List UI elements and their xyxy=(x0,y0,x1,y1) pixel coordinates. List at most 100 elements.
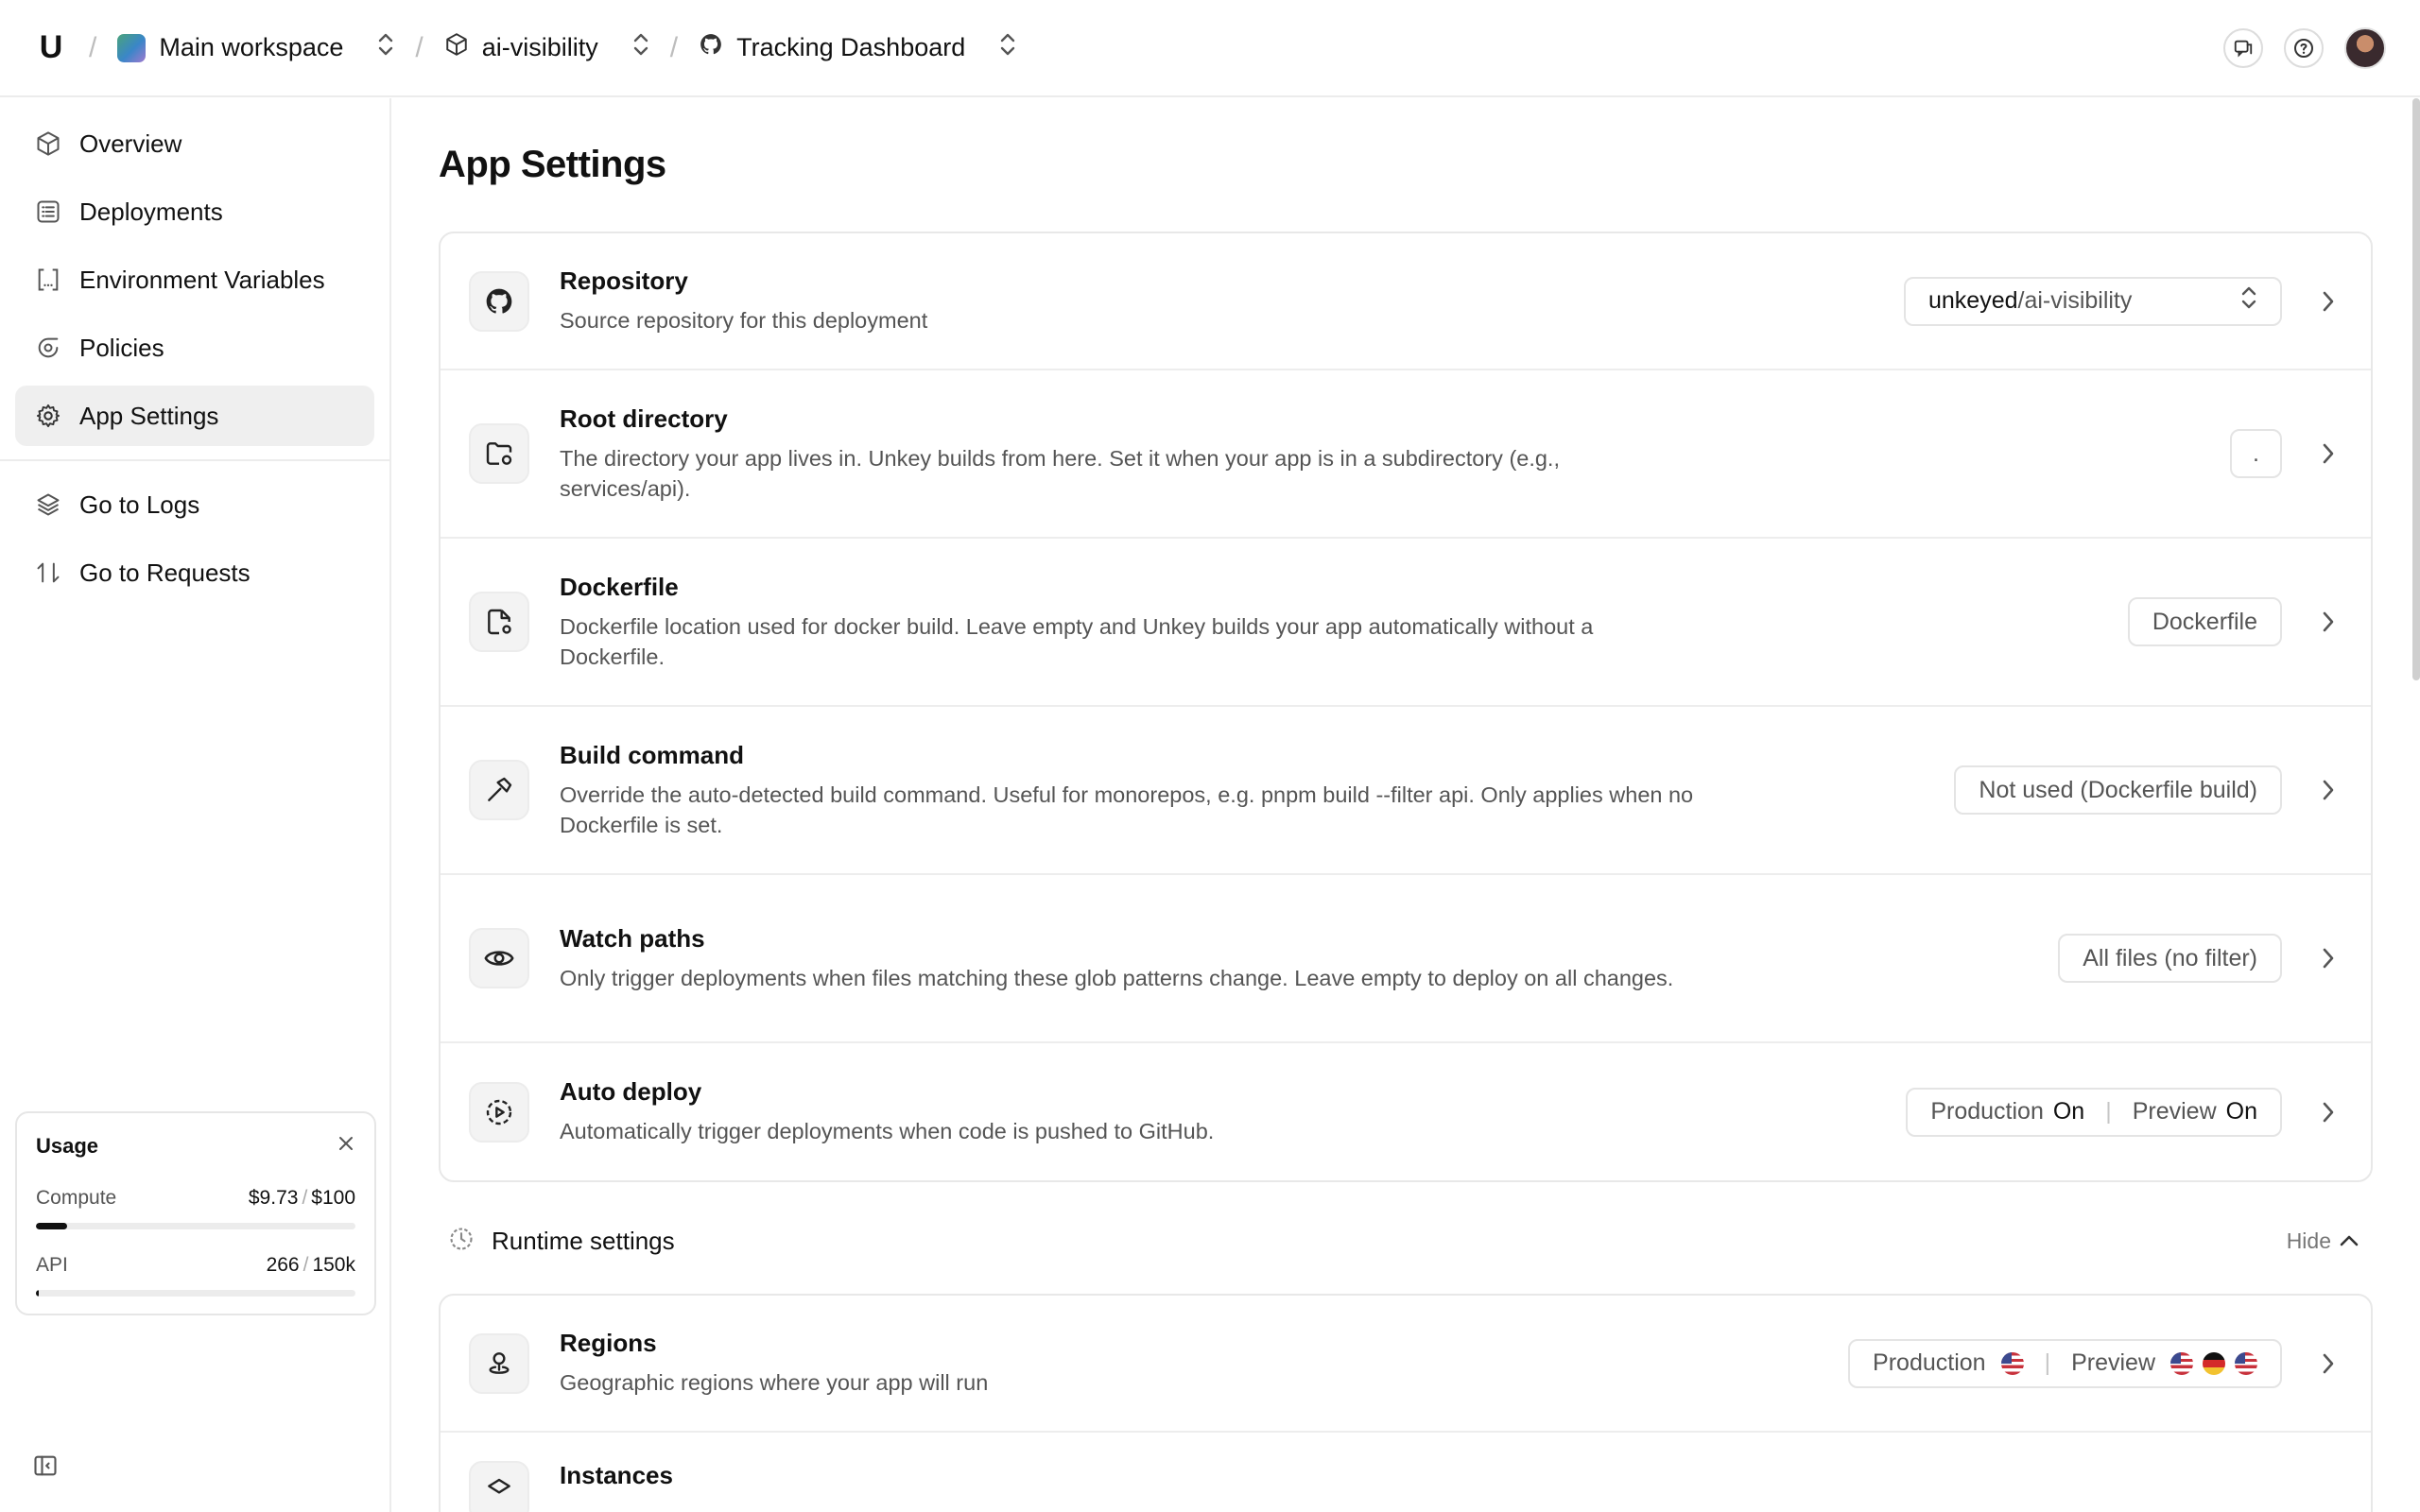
project-switcher[interactable]: ai-visibility xyxy=(444,32,649,63)
sidebar-item-environment-variables[interactable]: Environment Variables xyxy=(15,249,374,310)
chevron-right-icon[interactable] xyxy=(2314,610,2342,634)
chevron-right-icon[interactable] xyxy=(2314,1351,2342,1376)
brackets-icon xyxy=(34,266,62,294)
breadcrumb-separator: / xyxy=(669,31,679,63)
setting-title: Dockerfile xyxy=(560,572,679,601)
setting-description: Source repository for this deployment xyxy=(560,308,928,333)
workspace-switcher[interactable]: Main workspace xyxy=(117,32,394,63)
collapse-sidebar-icon[interactable] xyxy=(32,1452,59,1479)
api-progress-fill xyxy=(36,1290,40,1297)
runtime-settings-title: Runtime settings xyxy=(492,1226,675,1255)
sidebar-item-deployments[interactable]: Deployments xyxy=(15,181,374,242)
chevron-right-icon[interactable] xyxy=(2314,778,2342,802)
chevron-up-down-icon xyxy=(999,32,1016,63)
project-name: ai-visibility xyxy=(481,33,598,61)
setting-title: Root directory xyxy=(560,404,728,433)
divider: | xyxy=(2105,1098,2112,1125)
sidebar-item-label: Policies xyxy=(79,333,164,362)
setting-description: Automatically trigger deployments when c… xyxy=(560,1119,1215,1143)
help-icon[interactable] xyxy=(2284,27,2324,68)
sidebar-nav: Overview Deployments Environment Variabl… xyxy=(0,98,389,446)
repository-select[interactable]: unkeyed/ai-visibility xyxy=(1904,276,2282,326)
setting-title: Auto deploy xyxy=(560,1077,702,1106)
setting-row-repository[interactable]: Repository Source repository for this de… xyxy=(441,233,2371,370)
api-limit: 150k xyxy=(312,1254,355,1276)
settings-card: Repository Source repository for this de… xyxy=(439,232,2373,1182)
workspace-name: Main workspace xyxy=(159,33,344,61)
sidebar-item-app-settings[interactable]: App Settings xyxy=(15,386,374,446)
auto-deploy-status[interactable]: Production On | Preview On xyxy=(1906,1087,2282,1137)
repo-owner: unkeyed xyxy=(1928,287,2018,314)
compute-limit: $100 xyxy=(311,1187,355,1209)
setting-title: Regions xyxy=(560,1329,657,1357)
chevron-right-icon[interactable] xyxy=(2314,441,2342,466)
setting-title: Instances xyxy=(560,1461,673,1489)
compute-used: $9.73 xyxy=(248,1187,299,1209)
setting-title: Repository xyxy=(560,266,688,295)
production-label: Production xyxy=(1930,1098,2044,1125)
setting-row-instances[interactable]: Instances xyxy=(441,1433,2371,1512)
unkey-logo[interactable]: U xyxy=(34,29,68,66)
sidebar-item-policies[interactable]: Policies xyxy=(15,318,374,378)
sidebar-item-go-to-logs[interactable]: Go to Logs xyxy=(15,474,374,535)
api-label: API xyxy=(36,1254,68,1276)
close-icon[interactable] xyxy=(337,1134,355,1159)
list-icon xyxy=(34,198,62,226)
app-switcher[interactable]: Tracking Dashboard xyxy=(699,32,1016,63)
root-directory-value[interactable]: . xyxy=(2230,429,2282,478)
eye-icon xyxy=(469,928,529,988)
scrollbar[interactable] xyxy=(2412,98,2420,680)
repo-name: /ai-visibility xyxy=(2017,287,2133,314)
setting-description: Override the auto-detected build command… xyxy=(560,782,1694,837)
github-icon xyxy=(469,270,529,332)
runtime-settings-card: Regions Geographic regions where your ap… xyxy=(439,1294,2373,1512)
build-command-value[interactable]: Not used (Dockerfile build) xyxy=(1954,765,2282,815)
setting-row-auto-deploy[interactable]: Auto deploy Automatically trigger deploy… xyxy=(441,1043,2371,1180)
hide-label: Hide xyxy=(2286,1228,2331,1253)
watch-paths-value[interactable]: All files (no filter) xyxy=(2058,934,2282,983)
de-flag-icon xyxy=(2203,1351,2225,1375)
sidebar-item-go-to-requests[interactable]: Go to Requests xyxy=(15,542,374,603)
sidebar-item-label: Go to Logs xyxy=(79,490,200,519)
sidebar-item-overview[interactable]: Overview xyxy=(15,113,374,174)
preview-label: Preview xyxy=(2132,1098,2217,1125)
map-pin-icon xyxy=(469,1332,529,1394)
setting-row-watch-paths[interactable]: Watch paths Only trigger deployments whe… xyxy=(441,875,2371,1043)
usage-card: Usage Compute $9.73/$100 API 266/150k xyxy=(15,1111,376,1315)
workspace-avatar xyxy=(117,33,147,62)
setting-row-dockerfile[interactable]: Dockerfile Dockerfile location used for … xyxy=(441,539,2371,707)
feedback-icon[interactable] xyxy=(2223,27,2263,68)
shield-icon xyxy=(34,334,62,362)
main-content: App Settings Repository Source repositor… xyxy=(393,98,2407,1512)
chevron-right-icon[interactable] xyxy=(2314,289,2342,314)
dockerfile-value[interactable]: Dockerfile xyxy=(2127,597,2282,646)
setting-row-build-command[interactable]: Build command Override the auto-detected… xyxy=(441,707,2371,875)
setting-description: Geographic regions where your app will r… xyxy=(560,1370,989,1395)
sidebar-secondary-nav: Go to Logs Go to Requests xyxy=(0,474,389,603)
us-flag-icon xyxy=(2170,1351,2193,1375)
runtime-settings-header: Runtime settings Hide xyxy=(439,1214,2373,1267)
chevron-right-icon[interactable] xyxy=(2314,1100,2342,1125)
top-bar: U / Main workspace / ai-visibility / Tra… xyxy=(0,0,2420,97)
chevron-right-icon[interactable] xyxy=(2314,946,2342,971)
setting-row-root-directory[interactable]: Root directory The directory your app li… xyxy=(441,370,2371,539)
page-title: App Settings xyxy=(439,144,666,185)
setting-description: The directory your app lives in. Unkey b… xyxy=(560,445,1560,501)
cube-icon xyxy=(34,129,62,158)
instances-icon xyxy=(469,1461,529,1512)
setting-row-regions[interactable]: Regions Geographic regions where your ap… xyxy=(441,1296,2371,1433)
avatar[interactable] xyxy=(2344,26,2386,69)
file-cog-icon xyxy=(469,592,529,652)
layers-icon xyxy=(34,490,62,519)
divider: | xyxy=(2044,1349,2051,1376)
hide-toggle[interactable]: Hide xyxy=(2287,1228,2373,1254)
github-icon xyxy=(699,32,723,63)
usage-title: Usage xyxy=(36,1134,99,1158)
breadcrumb-separator: / xyxy=(89,31,97,63)
sidebar-item-label: Environment Variables xyxy=(79,265,325,294)
regions-status[interactable]: Production | Preview xyxy=(1848,1338,2282,1388)
production-label: Production xyxy=(1873,1349,1986,1376)
compute-label: Compute xyxy=(36,1187,117,1209)
clock-icon xyxy=(448,1226,475,1257)
sidebar-item-label: Go to Requests xyxy=(79,558,251,587)
